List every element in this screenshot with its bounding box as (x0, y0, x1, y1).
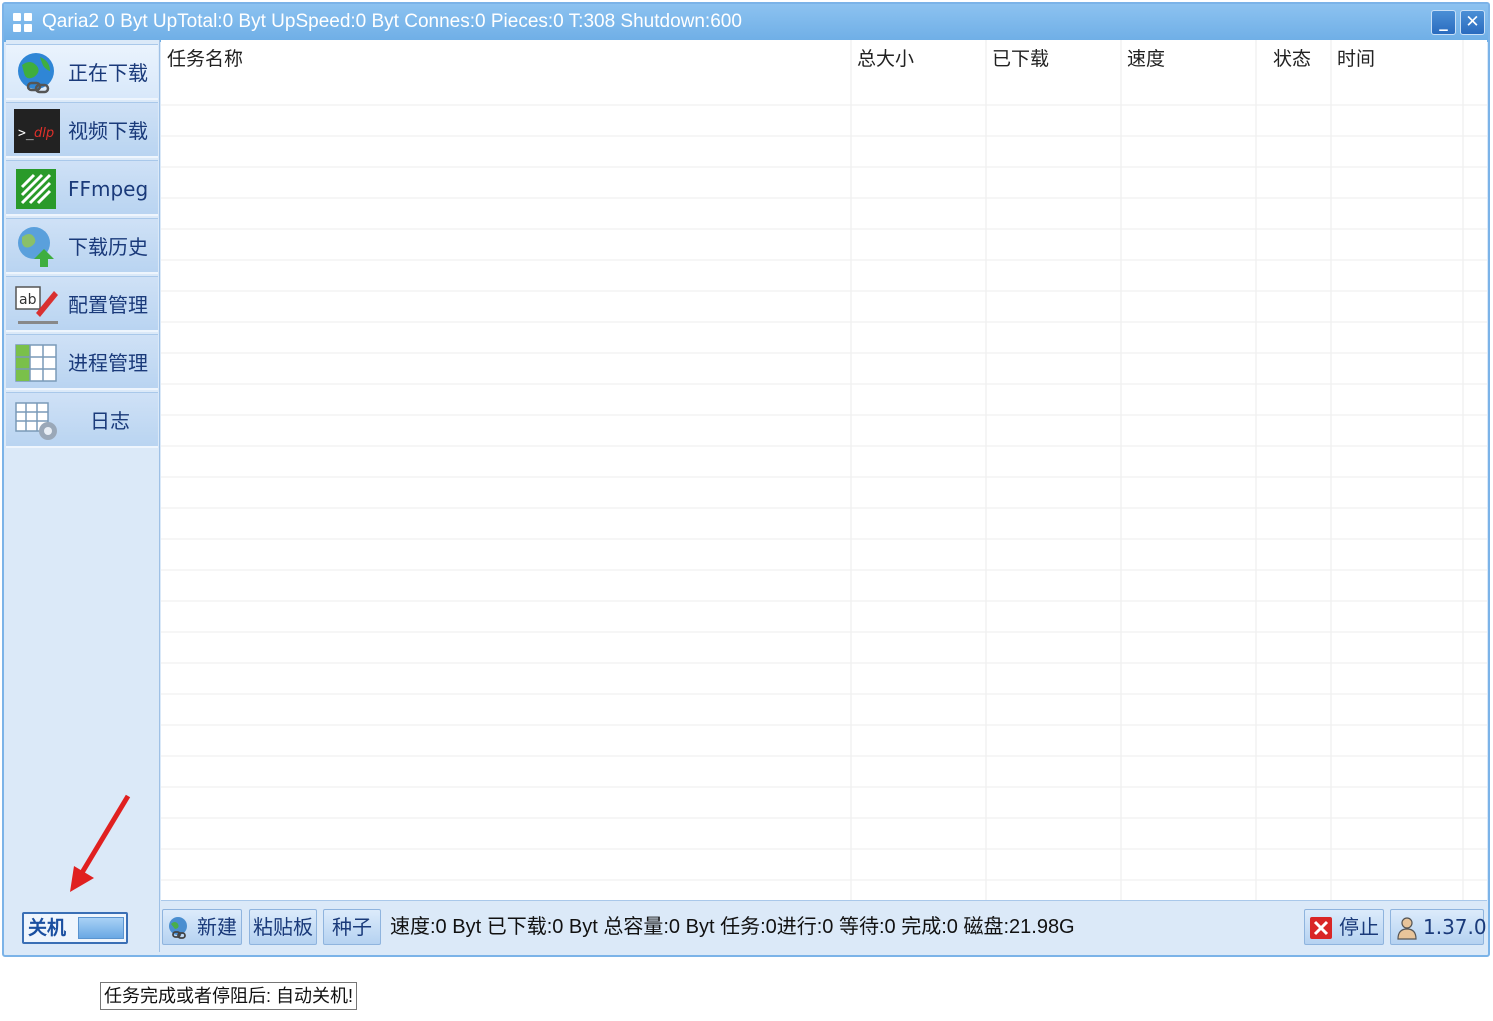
version-label: 1.37.0 (1423, 915, 1487, 939)
version-button[interactable]: 1.37.0 (1390, 909, 1487, 945)
minimize-button[interactable]: _ (1431, 10, 1456, 35)
column-header-time[interactable]: 时间 (1337, 44, 1375, 74)
shutdown-label: 关机 (28, 917, 67, 939)
column-header-speed[interactable]: 速度 (1127, 44, 1165, 74)
user-icon (1397, 917, 1417, 940)
torrent-button[interactable]: 种子 (323, 909, 381, 945)
window-title: Qaria2 0 Byt UpTotal:0 Byt UpSpeed:0 Byt… (42, 11, 742, 32)
column-header-size[interactable]: 总大小 (857, 44, 914, 74)
svg-text:dlp: dlp (34, 126, 54, 141)
ab-pen-icon: ab (15, 286, 58, 324)
close-button[interactable]: ✕ (1460, 10, 1485, 35)
sidebar-item-log[interactable]: 日志 (6, 392, 158, 448)
column-header-name[interactable]: 任务名称 (167, 44, 243, 74)
globe-upload-icon (18, 227, 54, 267)
sidebar-item-video-download[interactable]: >_ dlp 视频下载 (6, 102, 158, 158)
sidebar-item-label: 配置管理 (68, 293, 148, 317)
dlp-terminal-icon: >_ dlp (14, 109, 60, 153)
sidebar-item-downloading[interactable]: 正在下载 (6, 44, 158, 100)
clipboard-label: 粘贴板 (253, 915, 313, 939)
sidebar-item-label: FFmpeg (68, 177, 149, 201)
title-bar[interactable]: Qaria2 0 Byt UpTotal:0 Byt UpSpeed:0 Byt… (4, 4, 1488, 42)
new-task-button[interactable]: 新建 (162, 909, 242, 945)
stop-button[interactable]: 停止 (1304, 909, 1384, 945)
torrent-label: 种子 (332, 915, 372, 939)
grid-gear-icon (15, 402, 57, 440)
status-bar: 新建 粘贴板 种子 速度:0 Byt 已下载:0 Byt 总容量:0 Byt 任… (161, 900, 1487, 952)
sidebar-item-label: 正在下载 (68, 61, 148, 85)
column-header-downloaded[interactable]: 已下载 (992, 44, 1049, 74)
sidebar-item-label: 日志 (90, 409, 130, 433)
sidebar-item-config[interactable]: ab 配置管理 (6, 276, 158, 332)
table-grid (161, 40, 1487, 900)
stop-label: 停止 (1339, 915, 1379, 939)
ffmpeg-icon (16, 169, 56, 209)
shutdown-indicator (78, 917, 124, 939)
sidebar-item-label: 进程管理 (68, 351, 148, 375)
sidebar-item-history[interactable]: 下载历史 (6, 218, 158, 274)
red-arrow-annotation (70, 794, 131, 892)
shutdown-toggle[interactable]: 关机 (22, 912, 128, 944)
sidebar-item-process[interactable]: 进程管理 (6, 334, 158, 390)
globe-link-icon (18, 53, 54, 94)
sidebar-item-label: 视频下载 (68, 119, 148, 143)
sidebar-item-ffmpeg[interactable]: FFmpeg (6, 160, 158, 216)
stop-x-icon (1310, 917, 1332, 939)
clipboard-button[interactable]: 粘贴板 (249, 909, 317, 945)
app-grid-icon (13, 13, 33, 33)
svg-text:>_: >_ (18, 126, 34, 141)
column-header-status[interactable]: 状态 (1273, 44, 1311, 74)
status-summary: 速度:0 Byt 已下载:0 Byt 总容量:0 Byt 任务:0进行:0 等待… (390, 916, 1075, 938)
svg-text:ab: ab (19, 292, 37, 308)
globe-link-icon (169, 917, 187, 939)
table-grid-icon (15, 344, 57, 382)
sidebar: 正在下载 >_ dlp 视频下载 FFmpeg 下载历史 ab 配置管理 进程管… (6, 40, 160, 952)
sidebar-item-label: 下载历史 (68, 235, 148, 259)
task-table: 任务名称 总大小 已下载 速度 状态 时间 (161, 40, 1487, 900)
new-task-label: 新建 (197, 915, 237, 939)
shutdown-tooltip: 任务完成或者停阻后: 自动关机! (100, 982, 358, 1010)
